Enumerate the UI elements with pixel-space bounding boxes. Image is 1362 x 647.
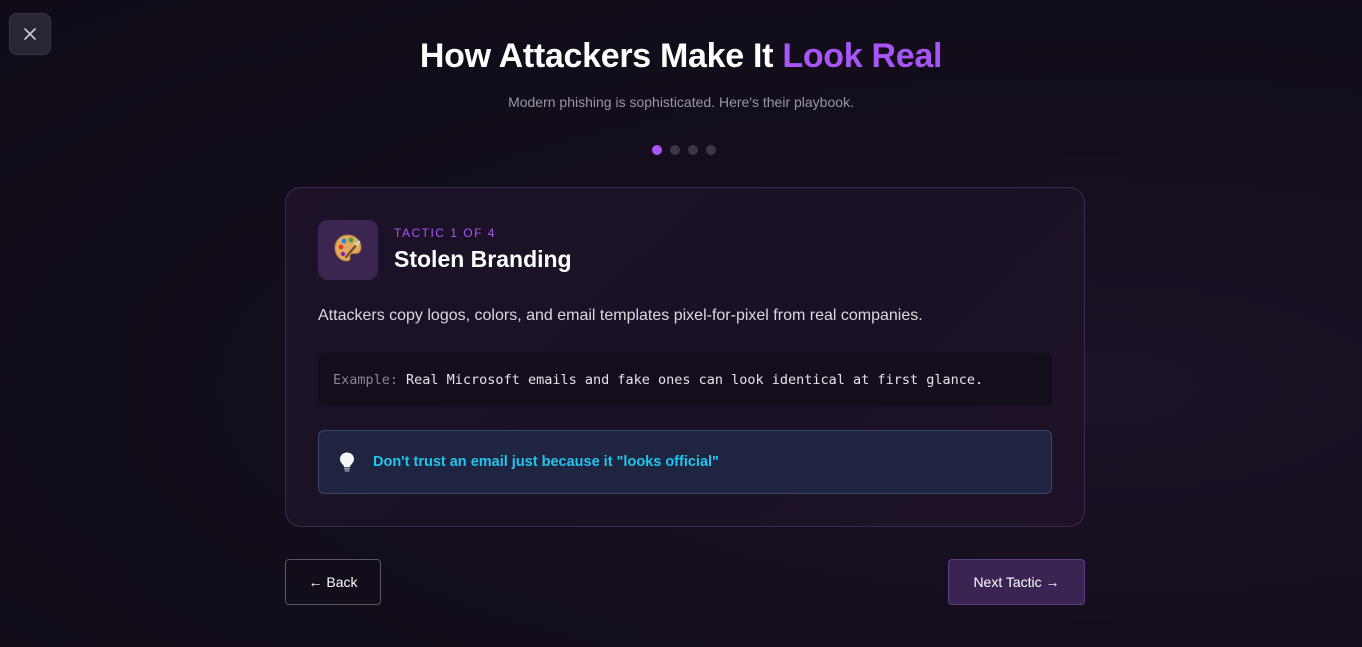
tactic-counter: TACTIC 1 OF 4 <box>394 226 496 240</box>
example-text: Real Microsoft emails and fake ones can … <box>406 371 984 388</box>
tactic-card: TACTIC 1 OF 4 Stolen Branding Attackers … <box>285 187 1085 527</box>
page-subtitle: Modern phishing is sophisticated. Here's… <box>508 94 854 110</box>
tip-box: Don't trust an email just because it "lo… <box>318 430 1052 494</box>
page-title: How Attackers Make It Look Real <box>0 36 1362 76</box>
tip-text: Don't trust an email just because it "lo… <box>373 454 719 470</box>
example-box: Example: Real Microsoft emails and fake … <box>318 353 1052 406</box>
next-tactic-button[interactable]: Next Tactic → <box>948 559 1085 605</box>
title-accent: Look Real <box>782 37 943 75</box>
progress-dot-1 <box>652 145 662 155</box>
progress-dot-4 <box>706 145 716 155</box>
lightbulb-icon <box>337 451 357 473</box>
palette-icon <box>332 232 364 269</box>
progress-dots <box>652 145 716 155</box>
example-label: Example: <box>333 371 399 388</box>
back-button[interactable]: ← Back <box>285 559 381 605</box>
title-main: How Attackers Make It <box>419 37 774 75</box>
tactic-description: Attackers copy logos, colors, and email … <box>318 307 923 324</box>
progress-dot-2 <box>670 145 680 155</box>
tactic-icon-box <box>318 220 378 280</box>
progress-dot-3 <box>688 145 698 155</box>
tactic-title: Stolen Branding <box>394 246 572 272</box>
